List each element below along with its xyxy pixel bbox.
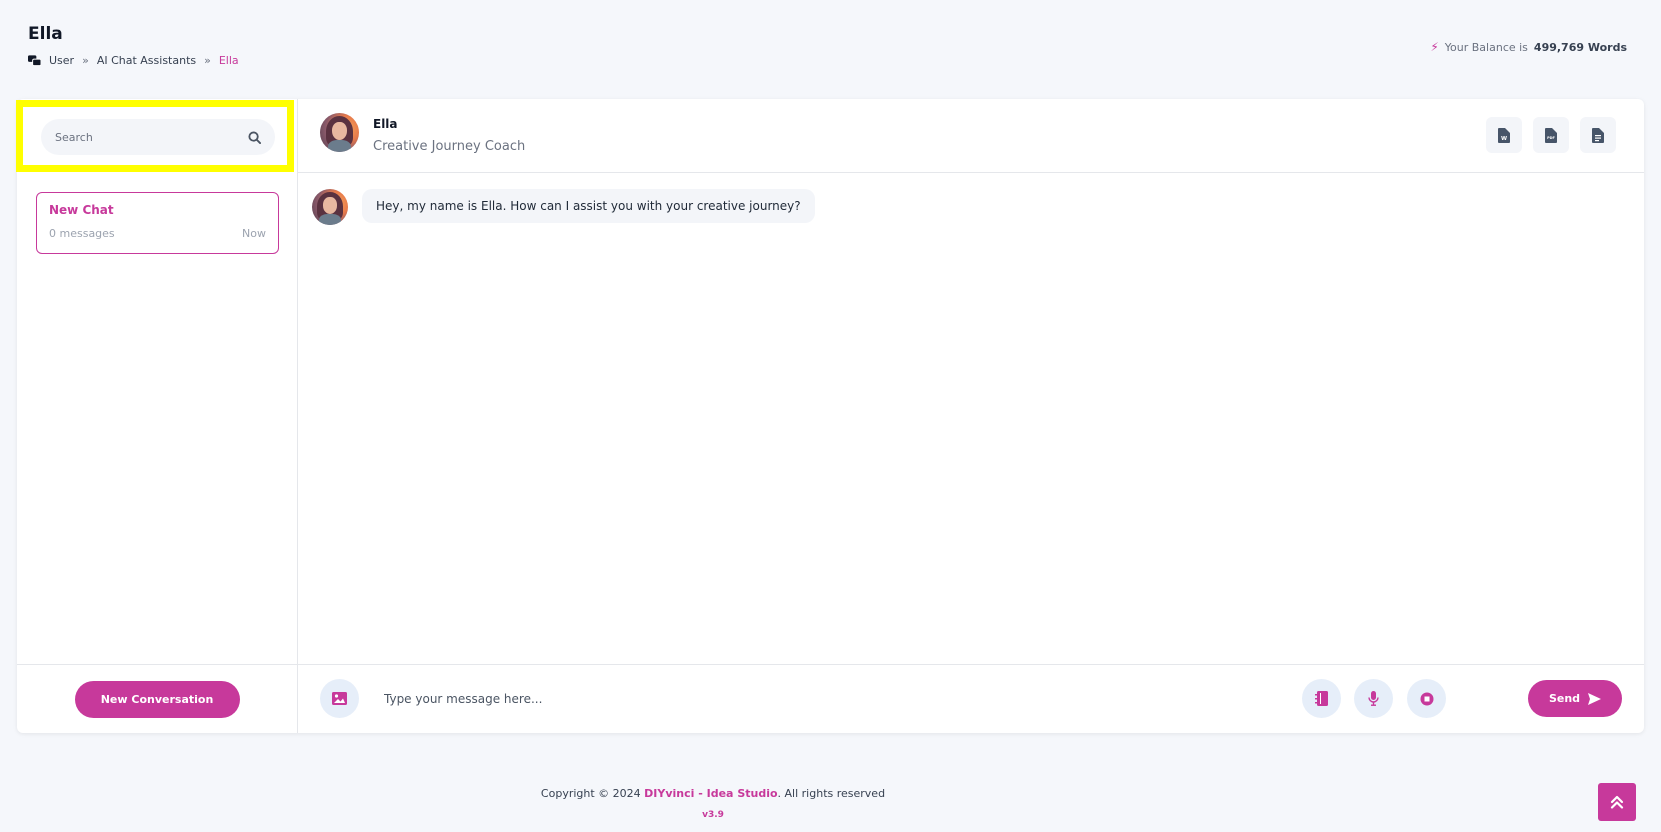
chat-panel: Ella Creative Journey Coach W PDF Hey, m…: [298, 99, 1644, 733]
upload-image-button[interactable]: [320, 679, 359, 718]
breadcrumb-user[interactable]: User: [49, 54, 74, 67]
breadcrumb-separator: »: [204, 54, 211, 67]
search-icon[interactable]: [248, 130, 261, 144]
notebook-icon: [1315, 691, 1328, 706]
new-conversation-button[interactable]: New Conversation: [74, 680, 240, 718]
word-icon: W: [1498, 127, 1510, 143]
assistant-role: Creative Journey Coach: [373, 139, 526, 154]
sidebar: New Chat 0 messages Now New Conversation: [16, 99, 298, 733]
voice-input-button[interactable]: [1354, 679, 1393, 718]
search-input[interactable]: [55, 130, 248, 144]
send-button[interactable]: Send: [1528, 680, 1622, 717]
chat-item-message-count: 0 messages: [49, 227, 115, 240]
scroll-to-top-button[interactable]: [1598, 783, 1636, 821]
message-composer: Send: [298, 664, 1644, 733]
message-list: Hey, my name is Ella. How can I assist y…: [298, 174, 1644, 663]
assistant-message: Hey, my name is Ella. How can I assist y…: [362, 189, 815, 223]
text-file-icon: [1592, 127, 1604, 143]
stop-button[interactable]: [1407, 679, 1446, 718]
chat-bubbles-icon: [28, 54, 41, 66]
chat-header: Ella Creative Journey Coach W PDF: [298, 99, 1644, 173]
breadcrumb: User » AI Chat Assistants » Ella: [28, 54, 239, 67]
microphone-icon: [1368, 691, 1379, 706]
breadcrumb-ai-chat-assistants[interactable]: AI Chat Assistants: [97, 54, 196, 67]
export-text-button[interactable]: [1580, 117, 1616, 153]
copyright-prefix: Copyright © 2024: [540, 787, 645, 800]
chat-item-time: Now: [242, 227, 266, 240]
double-chevron-up-icon: [1610, 795, 1624, 809]
search-box: [41, 119, 275, 155]
brand-link[interactable]: DIYvinci - Idea Studio: [644, 787, 777, 800]
version-label: v3.9: [702, 810, 724, 820]
balance-label: Your Balance is: [1444, 40, 1528, 54]
chat-item-title: New Chat: [49, 203, 114, 217]
send-icon: [1588, 692, 1602, 705]
svg-text:W: W: [1501, 136, 1507, 142]
assistant-name: Ella: [373, 117, 398, 131]
chat-list-item[interactable]: New Chat 0 messages Now: [36, 192, 279, 254]
breadcrumb-separator: »: [82, 54, 89, 67]
assistant-avatar: [320, 113, 359, 152]
word-balance: ⚡ Your Balance is 499,769 Words: [1430, 40, 1627, 54]
pdf-icon: PDF: [1545, 127, 1557, 143]
breadcrumb-current: Ella: [218, 54, 239, 67]
page-title: Ella: [28, 24, 63, 44]
svg-text:PDF: PDF: [1547, 136, 1555, 140]
balance-value: 499,769 Words: [1533, 40, 1627, 54]
message-avatar: [312, 189, 348, 225]
sidebar-footer: New Conversation: [17, 664, 297, 733]
send-label: Send: [1548, 692, 1581, 705]
export-buttons: W PDF: [1486, 117, 1616, 153]
message-input[interactable]: [384, 685, 1284, 713]
copyright-suffix: . All rights reserved: [777, 787, 886, 800]
bolt-icon: ⚡: [1430, 40, 1439, 54]
export-pdf-button[interactable]: PDF: [1533, 117, 1569, 153]
stop-icon: [1420, 692, 1433, 705]
copyright: Copyright © 2024 DIYvinci - Idea Studio.…: [0, 787, 1426, 800]
image-icon: [332, 692, 347, 705]
prompt-library-button[interactable]: [1302, 679, 1341, 718]
chat-card: New Chat 0 messages Now New Conversation…: [16, 99, 1644, 733]
export-word-button[interactable]: W: [1486, 117, 1522, 153]
